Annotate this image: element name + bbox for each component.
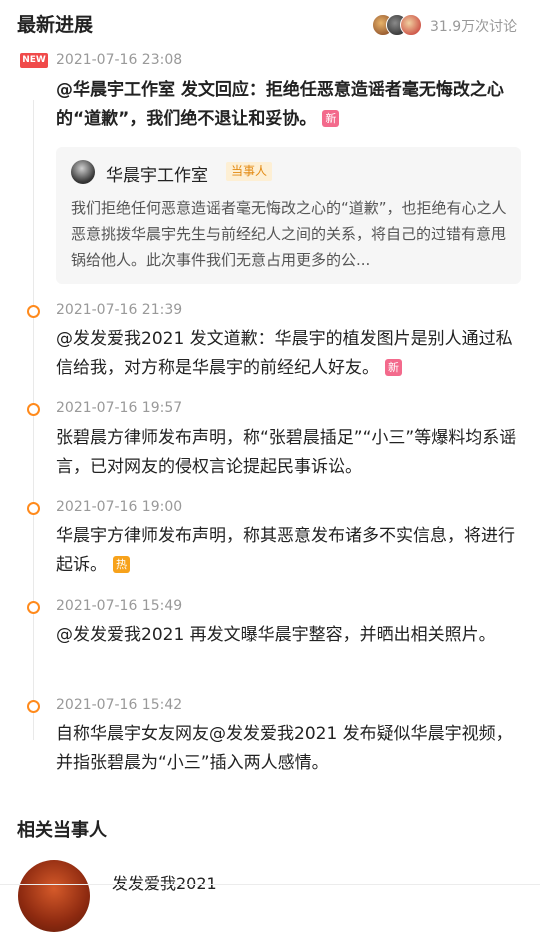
new-badge: 新: [385, 359, 402, 376]
timeline-time: 2021-07-16 21:39: [56, 302, 183, 318]
divider: [0, 884, 540, 885]
timeline-text[interactable]: 华晨宇方律师发布声明，称其恶意发布诸多不实信息，将进行起诉。热: [56, 522, 518, 580]
avatar: [71, 160, 95, 184]
page-header: 最新进展 31.9万次讨论: [0, 0, 540, 48]
timeline-text-content: 自称华晨宇女友网友@发发爱我2021 发布疑似华晨宇视频，并指张碧晨为“小三”插…: [56, 724, 513, 773]
quote-author[interactable]: 华晨宇工作室: [106, 161, 208, 186]
timeline-time: 2021-07-16 15:49: [56, 598, 183, 614]
timeline-time: 2021-07-16 15:42: [56, 697, 183, 713]
timeline-time: 2021-07-16 19:00: [56, 499, 183, 515]
timeline-text-content: @发发爱我2021 发文道歉：华晨宇的植发图片是别人通过私信给我，对方称是华晨宇…: [56, 329, 513, 378]
person-name[interactable]: 发发爱我2021: [112, 870, 217, 894]
party-tag: 当事人: [226, 162, 273, 181]
timeline-time: 2021-07-16 19:57: [56, 400, 183, 416]
new-badge: 新: [322, 110, 340, 127]
timeline-dot: [27, 403, 40, 416]
timeline-dot: [27, 305, 40, 318]
timeline-text-content: @华晨宇工作室 发文回应：拒绝任恶意造谣者毫无悔改之心的“道歉”，我们绝不退让和…: [56, 80, 504, 129]
timeline-dot: [27, 601, 40, 614]
timeline-dot: [27, 502, 40, 515]
timeline-line: [33, 100, 34, 740]
section-title-related: 相关当事人: [17, 820, 107, 841]
timeline-text[interactable]: @华晨宇工作室 发文回应：拒绝任恶意造谣者毫无悔改之心的“道歉”，我们绝不退让和…: [56, 76, 518, 134]
avatar: [400, 14, 422, 36]
hot-badge: 热: [113, 556, 130, 573]
participant-avatars[interactable]: [372, 14, 426, 36]
quote-text: 我们拒绝任何恶意造谣者毫无悔改之心的“道歉”，也拒绝有心之人恶意挑拨华晨宇先生与…: [71, 199, 507, 269]
timeline-text[interactable]: @发发爱我2021 发文道歉：华晨宇的植发图片是别人通过私信给我，对方称是华晨宇…: [56, 325, 518, 383]
section-title-latest: 最新进展: [17, 14, 94, 36]
timeline-text-content: @发发爱我2021 再发文曝华晨宇整容，并晒出相关照片。: [56, 625, 496, 645]
timeline-text[interactable]: 自称华晨宇女友网友@发发爱我2021 发布疑似华晨宇视频，并指张碧晨为“小三”插…: [56, 720, 518, 778]
discussion-count[interactable]: 31.9万次讨论: [430, 16, 517, 36]
timeline-text[interactable]: @发发爱我2021 再发文曝华晨宇整容，并晒出相关照片。: [56, 621, 518, 650]
timeline-text[interactable]: 张碧晨方律师发布声明，称“张碧晨插足”“小三”等爆料均系谣言，已对网友的侵权言论…: [56, 424, 518, 482]
timeline-text-content: 张碧晨方律师发布声明，称“张碧晨插足”“小三”等爆料均系谣言，已对网友的侵权言论…: [56, 428, 517, 477]
avatar[interactable]: [18, 860, 90, 932]
new-tag: NEW: [20, 53, 48, 68]
timeline-time: 2021-07-16 23:08: [56, 52, 183, 68]
timeline-dot: [27, 700, 40, 713]
quote-card[interactable]: 华晨宇工作室 当事人 我们拒绝任何恶意造谣者毫无悔改之心的“道歉”，也拒绝有心之…: [56, 147, 521, 284]
